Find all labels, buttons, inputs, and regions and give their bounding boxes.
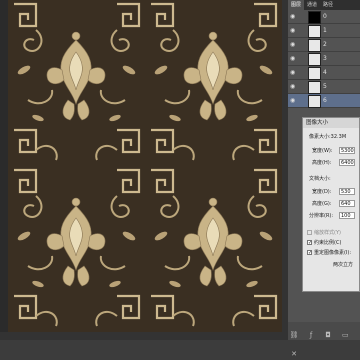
- layer-thumbnail: [308, 39, 321, 52]
- resample-method-select[interactable]: 两次立方: [333, 262, 353, 268]
- mask-icon[interactable]: ◘: [323, 330, 333, 340]
- eye-icon[interactable]: ◉: [290, 14, 297, 20]
- folder-icon[interactable]: ▭: [340, 330, 350, 340]
- layer-name: 2: [323, 41, 327, 48]
- scale-styles-checkbox[interactable]: [307, 230, 312, 235]
- layer-row[interactable]: ◉ 3: [288, 52, 360, 66]
- layer-thumbnail: [308, 67, 321, 80]
- fx-icon[interactable]: ƒ: [306, 330, 316, 340]
- scale-styles-label: 缩放样式(Y): [314, 230, 341, 236]
- eye-icon[interactable]: ◉: [290, 84, 297, 90]
- doc-width-label: 宽度(D):: [312, 189, 332, 195]
- layer-thumbnail: [308, 81, 321, 94]
- layer-row[interactable]: ◉ 5: [288, 80, 360, 94]
- damask-pattern-image: [8, 0, 282, 332]
- trash-icon[interactable]: ✕: [289, 349, 299, 359]
- layer-name: 6: [323, 97, 327, 104]
- resolution-input[interactable]: 100: [339, 212, 355, 219]
- doc-height-label: 高度(G):: [312, 201, 332, 207]
- height-input[interactable]: 6400: [339, 159, 355, 166]
- tab-layers[interactable]: 图层: [288, 0, 305, 10]
- document-canvas[interactable]: [0, 0, 288, 340]
- doc-width-input[interactable]: 530: [339, 188, 355, 195]
- horizontal-scrollbar[interactable]: [0, 332, 288, 340]
- resample-label: 重定图像像素(I):: [314, 250, 352, 256]
- tab-channels[interactable]: 通道: [304, 0, 320, 10]
- dialog-title: 图像大小: [303, 118, 359, 128]
- eye-icon[interactable]: ◉: [290, 70, 297, 76]
- layer-row[interactable]: ◉ 1: [288, 24, 360, 38]
- layer-row[interactable]: ◉ 2: [288, 38, 360, 52]
- constrain-label: 约束比例(C): [314, 240, 342, 246]
- image-size-dialog: 图像大小 像素大小:32.3M 宽度(W): 5300 高度(H): 6400 …: [302, 117, 360, 292]
- layer-row-selected[interactable]: ◉ 6: [288, 94, 360, 108]
- constrain-checkbox[interactable]: ✓: [307, 240, 312, 246]
- layer-thumbnail: [308, 95, 321, 108]
- link-icon[interactable]: ⛓: [289, 330, 299, 340]
- layer-thumbnail: [308, 11, 321, 24]
- width-label: 宽度(W):: [312, 148, 333, 154]
- pixel-size-label: 像素大小:32.3M: [309, 134, 347, 140]
- panel-tabs: 图层 通道 路径: [288, 0, 360, 10]
- layer-name: 5: [323, 83, 327, 90]
- tab-paths[interactable]: 路径: [320, 0, 336, 10]
- layer-row[interactable]: ◉ 0: [288, 10, 360, 24]
- doc-height-input[interactable]: 640: [339, 200, 355, 207]
- eye-icon[interactable]: ◉: [290, 56, 297, 62]
- layer-name: 4: [323, 69, 327, 76]
- layer-thumbnail: [308, 53, 321, 66]
- layer-name: 0: [323, 13, 327, 20]
- layer-list: ◉ 0 ◉ 1 ◉ 2 ◉ 3 ◉ 4 ◉ 5 ◉ 6: [288, 10, 360, 112]
- layer-row[interactable]: ◉ 4: [288, 66, 360, 80]
- layer-panel-toolbar: ⛓ ƒ ◘ ▭ ✕: [288, 322, 360, 358]
- layer-thumbnail: [308, 25, 321, 38]
- width-input[interactable]: 5300: [339, 147, 355, 154]
- eye-icon[interactable]: ◉: [290, 28, 297, 34]
- doc-size-label: 文档大小:: [309, 176, 331, 182]
- height-label: 高度(H):: [312, 160, 332, 166]
- eye-icon[interactable]: ◉: [290, 42, 297, 48]
- layer-name: 1: [323, 27, 327, 34]
- eye-icon[interactable]: ◉: [290, 98, 297, 104]
- resample-checkbox[interactable]: ✓: [307, 250, 312, 256]
- layer-name: 3: [323, 55, 327, 62]
- resolution-label: 分辨率(R):: [309, 213, 334, 219]
